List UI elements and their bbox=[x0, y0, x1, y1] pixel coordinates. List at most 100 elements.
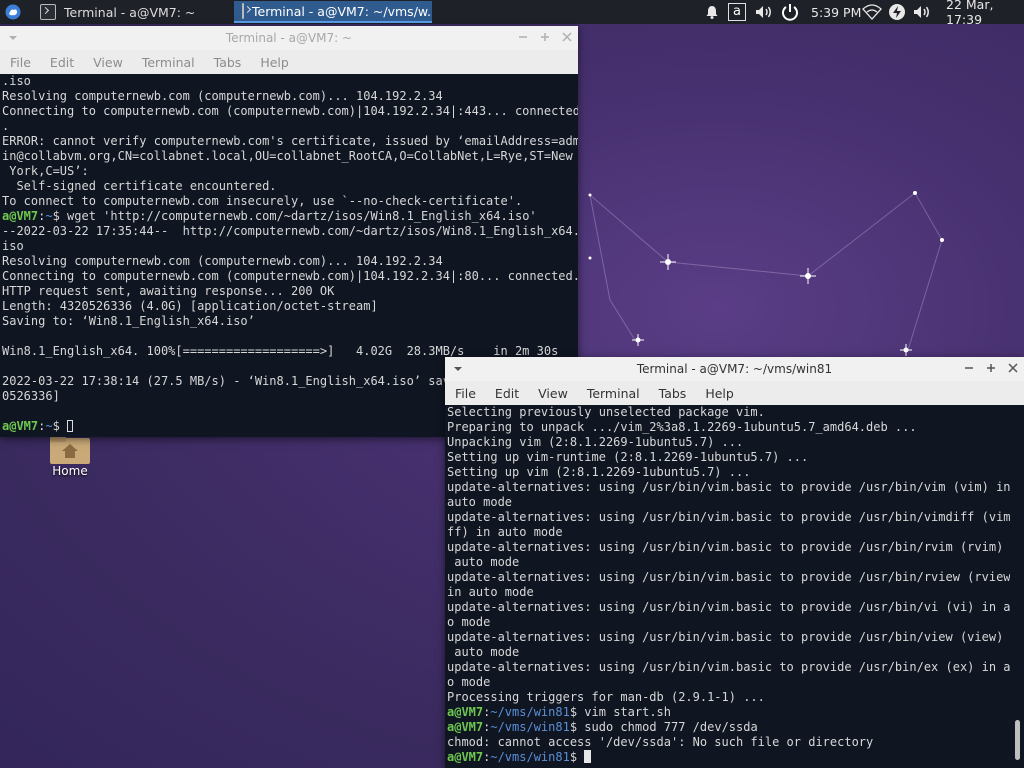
menu-help[interactable]: Help bbox=[705, 386, 734, 401]
terminal-scrollbar[interactable] bbox=[1010, 405, 1024, 768]
terminal-line: a@VM7:~$ wget 'http://computernewb.com/~… bbox=[0, 209, 578, 224]
terminal-text: Unpacking vim (2:8.1.2269-1ubuntu5.7) ..… bbox=[447, 435, 744, 449]
terminal-text: update-alternatives: using /usr/bin/vim.… bbox=[447, 540, 1024, 554]
minimize-icon[interactable] bbox=[962, 361, 976, 375]
notification-icon[interactable] bbox=[704, 0, 720, 24]
prompt-user: a@VM7 bbox=[2, 209, 39, 223]
terminal-line: Resolving computernewb.com (computernewb… bbox=[0, 254, 578, 269]
terminal-text: update-alternatives: using /usr/bin/vim.… bbox=[447, 570, 1018, 584]
menu-view[interactable]: View bbox=[93, 55, 123, 70]
menu-file[interactable]: File bbox=[10, 55, 31, 70]
terminal-line: update-alternatives: using /usr/bin/vim.… bbox=[445, 510, 1024, 525]
prompt-command bbox=[577, 750, 584, 764]
terminal-line: Setting up vim-runtime (2:8.1.2269-1ubun… bbox=[445, 450, 1024, 465]
maximize-icon[interactable] bbox=[984, 361, 998, 375]
prompt-symbol: $ bbox=[569, 705, 578, 719]
menubar: File Edit View Terminal Tabs Help bbox=[445, 381, 1024, 405]
whisker-menu-icon[interactable] bbox=[5, 4, 21, 20]
wifi-icon[interactable] bbox=[862, 0, 882, 24]
menu-file[interactable]: File bbox=[455, 386, 476, 401]
scrollbar-thumb[interactable] bbox=[1015, 720, 1020, 760]
text-cursor bbox=[67, 420, 74, 432]
minimize-icon[interactable] bbox=[516, 30, 530, 44]
terminal-line: update-alternatives: using /usr/bin/vim.… bbox=[445, 480, 1024, 495]
menu-terminal[interactable]: Terminal bbox=[587, 386, 640, 401]
terminal-line: . bbox=[0, 119, 578, 134]
menu-view[interactable]: View bbox=[538, 386, 568, 401]
terminal-text: York,C=US’: bbox=[2, 164, 89, 178]
menu-tabs[interactable]: Tabs bbox=[659, 386, 687, 401]
terminal-text: Setting up vim-runtime (2:8.1.2269-1ubun… bbox=[447, 450, 809, 464]
battery-charging-icon[interactable] bbox=[888, 0, 906, 24]
close-icon[interactable] bbox=[1006, 361, 1020, 375]
terminal-text: ff) in auto mode bbox=[447, 525, 563, 539]
terminal-line: HTTP request sent, awaiting response... … bbox=[0, 284, 578, 299]
terminal-line: Self-signed certificate encountered. bbox=[0, 179, 578, 194]
terminal-window-vms[interactable]: Terminal - a@VM7: ~/vms/win81 File Edit … bbox=[445, 357, 1024, 768]
terminal-line: update-alternatives: using /usr/bin/vim.… bbox=[445, 630, 1024, 645]
terminal-text: Processing triggers for man-db (2.9.1-1)… bbox=[447, 690, 765, 704]
task-terminal-vms[interactable]: Terminal - a@VM7: ~/vms/w... bbox=[234, 1, 432, 23]
terminal-line: ERROR: cannot verify computernewb.com's … bbox=[0, 134, 578, 149]
task-terminal-home[interactable]: Terminal - a@VM7: ~ bbox=[32, 1, 230, 23]
home-folder-label[interactable]: Home bbox=[40, 464, 100, 478]
volume-icon-secondary[interactable] bbox=[912, 0, 932, 24]
terminal-line: o mode bbox=[445, 675, 1024, 690]
terminal-line: ff) in auto mode bbox=[445, 525, 1024, 540]
task-label: Terminal - a@VM7: ~/vms/w... bbox=[252, 3, 432, 19]
volume-icon[interactable] bbox=[754, 0, 774, 24]
keyboard-layout-indicator[interactable]: a bbox=[728, 0, 746, 24]
menu-edit[interactable]: Edit bbox=[495, 386, 519, 401]
prompt-command: sudo chmod 777 /dev/ssda bbox=[577, 720, 758, 734]
terminal-text: iso bbox=[2, 239, 24, 253]
terminal-line: Unpacking vim (2:8.1.2269-1ubuntu5.7) ..… bbox=[445, 435, 1024, 450]
terminal-line: update-alternatives: using /usr/bin/vim.… bbox=[445, 570, 1024, 585]
terminal-output[interactable]: Selecting previously unselected package … bbox=[445, 405, 1024, 768]
terminal-line: Selecting previously unselected package … bbox=[445, 405, 1024, 420]
menu-tabs[interactable]: Tabs bbox=[214, 55, 242, 70]
terminal-text: update-alternatives: using /usr/bin/vim.… bbox=[447, 660, 1024, 674]
taskbar: Terminal - a@VM7: ~ Terminal - a@VM7: ~/… bbox=[0, 0, 1024, 27]
clock-time[interactable]: 5:39 PM bbox=[811, 0, 861, 24]
window-titlebar[interactable]: Terminal - a@VM7: ~ bbox=[0, 26, 578, 50]
terminal-text: in auto mode bbox=[447, 585, 534, 599]
terminal-icon bbox=[242, 3, 244, 19]
terminal-text: auto mode bbox=[447, 555, 520, 569]
terminal-text: ERROR: cannot verify computernewb.com's … bbox=[2, 134, 578, 148]
prompt-symbol: $ bbox=[569, 720, 578, 734]
prompt-command bbox=[60, 419, 67, 433]
terminal-text: .iso bbox=[2, 74, 31, 88]
task-label: Terminal - a@VM7: ~ bbox=[64, 4, 196, 20]
close-icon[interactable] bbox=[560, 30, 574, 44]
prompt-path: ~/vms/win81 bbox=[490, 720, 570, 734]
terminal-line: iso bbox=[0, 239, 578, 254]
terminal-text: in@collabvm.org,CN=collabnet.local,OU=co… bbox=[2, 149, 573, 163]
prompt-command: wget 'http://computernewb.com/~dartz/iso… bbox=[59, 209, 537, 223]
maximize-icon[interactable] bbox=[538, 30, 552, 44]
menu-terminal[interactable]: Terminal bbox=[142, 55, 195, 70]
prompt-user: a@VM7 bbox=[447, 705, 484, 719]
menu-help[interactable]: Help bbox=[260, 55, 289, 70]
window-titlebar[interactable]: Terminal - a@VM7: ~/vms/win81 bbox=[445, 357, 1024, 381]
window-menu-icon[interactable] bbox=[8, 33, 18, 43]
terminal-text: auto mode bbox=[447, 645, 520, 659]
terminal-text: . bbox=[2, 119, 10, 133]
terminal-line: Connecting to computernewb.com (computer… bbox=[0, 104, 578, 119]
keyboard-layout-letter: a bbox=[728, 3, 746, 21]
terminal-line: a@VM7:~/vms/win81$ bbox=[445, 750, 1024, 765]
terminal-line: auto mode bbox=[445, 555, 1024, 570]
clock-date[interactable]: 22 Mar, 17:39 bbox=[946, 0, 1024, 27]
terminal-line: in@collabvm.org,CN=collabnet.local,OU=co… bbox=[0, 149, 578, 164]
terminal-text: --2022-03-22 17:35:44-- http://computern… bbox=[2, 224, 578, 238]
terminal-text: o mode bbox=[447, 675, 491, 689]
terminal-text: Win8.1_English_x64. 100%[===============… bbox=[2, 344, 559, 358]
menu-edit[interactable]: Edit bbox=[50, 55, 74, 70]
terminal-text: Preparing to unpack .../vim_2%3a8.1.2269… bbox=[447, 420, 917, 434]
terminal-line: in auto mode bbox=[445, 585, 1024, 600]
prompt-path: ~ bbox=[45, 419, 53, 433]
terminal-line: Connecting to computernewb.com (computer… bbox=[0, 269, 578, 284]
window-menu-icon[interactable] bbox=[453, 364, 463, 374]
terminal-line: a@VM7:~/vms/win81$ vim start.sh bbox=[445, 705, 1024, 720]
power-icon[interactable] bbox=[780, 0, 800, 24]
